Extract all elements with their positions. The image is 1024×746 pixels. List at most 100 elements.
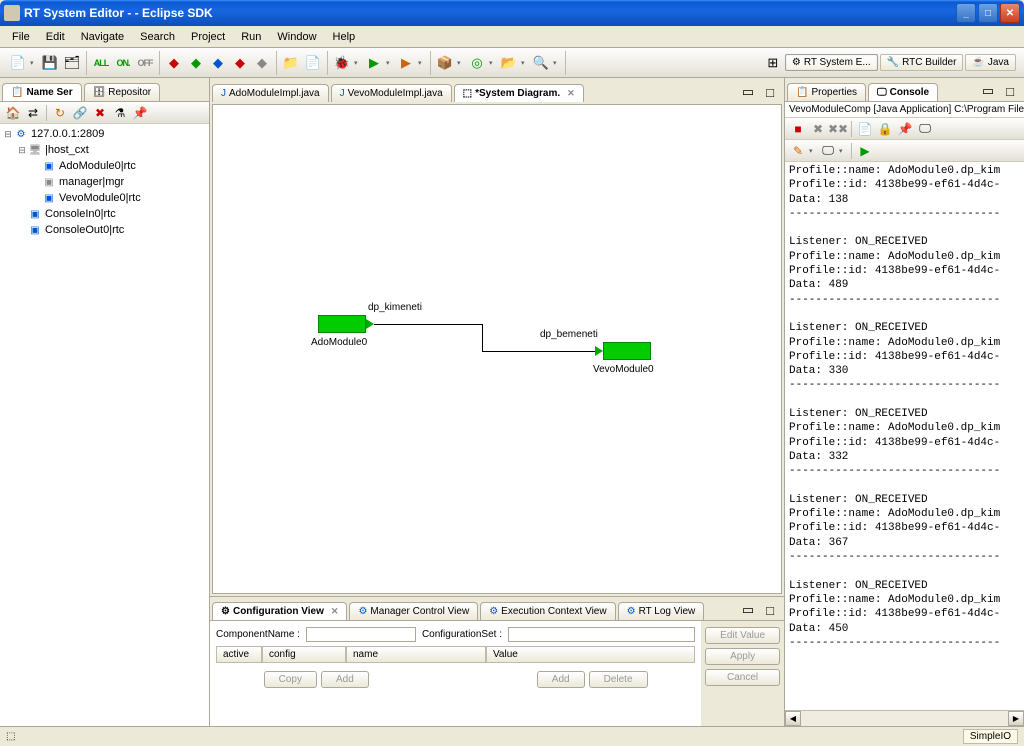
- perspective-rtc-builder[interactable]: 🔧RTC Builder: [880, 54, 964, 71]
- console-action2[interactable]: 🖵: [819, 142, 837, 160]
- scroll-left-icon[interactable]: ◀: [785, 711, 801, 726]
- menu-project[interactable]: Project: [183, 29, 233, 45]
- debug-button[interactable]: 🐞: [332, 53, 352, 73]
- tb-action1[interactable]: ◆: [164, 53, 184, 73]
- save-button[interactable]: 💾: [40, 53, 60, 73]
- edit-value-button[interactable]: Edit Value: [705, 627, 780, 644]
- action-icon[interactable]: 📌: [131, 104, 149, 122]
- component-vevo-module[interactable]: [603, 342, 651, 360]
- tb-action4[interactable]: ◆: [230, 53, 250, 73]
- tab-configuration-view[interactable]: ⚙Configuration View✕: [212, 602, 347, 620]
- scroll-track[interactable]: [801, 711, 1008, 726]
- menu-run[interactable]: Run: [233, 29, 269, 45]
- tb-action6[interactable]: 📁: [281, 53, 301, 73]
- tree-consolein[interactable]: ▣ ConsoleIn0|rtc: [2, 206, 207, 222]
- maximize-view-icon[interactable]: □: [760, 600, 780, 620]
- cancel-button[interactable]: Cancel: [705, 669, 780, 686]
- pin-console-icon[interactable]: 📌: [896, 120, 914, 138]
- scroll-lock-icon[interactable]: 🔒: [876, 120, 894, 138]
- menu-navigate[interactable]: Navigate: [73, 29, 132, 45]
- add2-button[interactable]: Add: [537, 671, 585, 688]
- save-all-button[interactable]: 🗂: [62, 53, 82, 73]
- component-name-input[interactable]: [306, 627, 416, 642]
- editor-tab-ado[interactable]: JAdoModuleImpl.java: [212, 84, 329, 102]
- clear-console-icon[interactable]: 📄: [856, 120, 874, 138]
- col-config[interactable]: config: [262, 646, 346, 663]
- maximize-editor-icon[interactable]: □: [760, 82, 780, 102]
- tab-rt-log[interactable]: ⚙RT Log View: [618, 602, 705, 620]
- configuration-set-input[interactable]: [508, 627, 695, 642]
- tb-action3[interactable]: ◆: [208, 53, 228, 73]
- console-scrollbar[interactable]: ◀ ▶: [785, 710, 1024, 726]
- minimize-editor-icon[interactable]: ▭: [738, 82, 758, 102]
- terminate-icon[interactable]: ■: [789, 120, 807, 138]
- tab-console[interactable]: 🖵Console: [868, 83, 938, 101]
- tab-manager-control[interactable]: ⚙Manager Control View: [349, 602, 478, 620]
- new-button[interactable]: 📄: [8, 53, 28, 73]
- remove-launch-icon[interactable]: ✖: [809, 120, 827, 138]
- tb-action2[interactable]: ◆: [186, 53, 206, 73]
- run-button[interactable]: ▶: [364, 53, 384, 73]
- close-button[interactable]: ✕: [1000, 3, 1020, 23]
- maximize-button[interactable]: □: [978, 3, 998, 23]
- col-active[interactable]: active: [216, 646, 262, 663]
- delete-button[interactable]: Delete: [589, 671, 648, 688]
- remove-all-icon[interactable]: ✖✖: [829, 120, 847, 138]
- console-output[interactable]: Profile::name: AdoModule0.dp_kim Profile…: [785, 162, 1024, 710]
- copy-button[interactable]: Copy: [264, 671, 317, 688]
- refresh-icon[interactable]: ↻: [51, 104, 69, 122]
- tree-manager[interactable]: ▣ manager|mgr: [2, 174, 207, 190]
- ext-tools-button[interactable]: ▶: [396, 53, 416, 73]
- wire-segment-3[interactable]: [482, 351, 595, 352]
- filter-icon[interactable]: ⚗: [111, 104, 129, 122]
- scroll-right-icon[interactable]: ▶: [1008, 711, 1024, 726]
- link-icon[interactable]: 🔗: [71, 104, 89, 122]
- editor-tab-diagram[interactable]: ⬚*System Diagram.✕: [454, 84, 584, 102]
- perspective-rt-system[interactable]: ⚙RT System E...: [785, 54, 878, 71]
- search-button[interactable]: 🔍: [531, 53, 551, 73]
- tab-repository[interactable]: 🗄Repositor: [84, 83, 161, 101]
- expand-icon[interactable]: ⊟: [16, 145, 28, 156]
- tree-consoleout[interactable]: ▣ ConsoleOut0|rtc: [2, 222, 207, 238]
- close-tab-icon[interactable]: ✕: [567, 88, 575, 99]
- tab-name-service[interactable]: 📋Name Ser: [2, 83, 82, 101]
- menu-file[interactable]: File: [4, 29, 38, 45]
- tb-action7[interactable]: 📄: [303, 53, 323, 73]
- col-name[interactable]: name: [346, 646, 486, 663]
- port-in-arrow[interactable]: [595, 346, 603, 356]
- maximize-view-icon[interactable]: □: [1000, 81, 1020, 101]
- delete-icon[interactable]: ✖: [91, 104, 109, 122]
- minimize-button[interactable]: _: [956, 3, 976, 23]
- tree-ado-module[interactable]: ▣ AdoModule0|rtc: [2, 158, 207, 174]
- console-action1[interactable]: ✎: [789, 142, 807, 160]
- tab-execution-context[interactable]: ⚙Execution Context View: [480, 602, 615, 620]
- off-button[interactable]: OFF: [135, 53, 155, 73]
- tab-properties[interactable]: 📋Properties: [787, 83, 866, 101]
- tree-vevo-module[interactable]: ▣ VevoModule0|rtc: [2, 190, 207, 206]
- on-button[interactable]: ON.: [113, 53, 133, 73]
- col-value[interactable]: Value: [486, 646, 695, 663]
- new-type-button[interactable]: ◎: [467, 53, 487, 73]
- all-activate-button[interactable]: ALL: [91, 53, 111, 73]
- menu-help[interactable]: Help: [325, 29, 364, 45]
- port-out-arrow[interactable]: [366, 319, 374, 329]
- menu-window[interactable]: Window: [269, 29, 324, 45]
- tree-root[interactable]: ⊟ ⚙ 127.0.0.1:2809: [2, 126, 207, 142]
- add-button[interactable]: Add: [321, 671, 369, 688]
- new-package-button[interactable]: 📦: [435, 53, 455, 73]
- minimize-view-icon[interactable]: ▭: [738, 600, 758, 620]
- menu-edit[interactable]: Edit: [38, 29, 73, 45]
- close-tab-icon[interactable]: ✕: [331, 606, 339, 617]
- collapse-icon[interactable]: ⇄: [24, 104, 42, 122]
- name-service-tree[interactable]: ⊟ ⚙ 127.0.0.1:2809 ⊟ 🖥 |host_cxt ▣ AdoMo…: [0, 124, 209, 726]
- open-perspective-button[interactable]: ⊞: [763, 53, 783, 73]
- tree-host[interactable]: ⊟ 🖥 |host_cxt: [2, 142, 207, 158]
- system-diagram-canvas[interactable]: AdoModule0 dp_kimeneti VevoModule0 dp_be…: [212, 104, 782, 594]
- perspective-java[interactable]: ☕Java: [965, 54, 1016, 71]
- wire-segment-2[interactable]: [482, 324, 483, 351]
- wire-segment-1[interactable]: [374, 324, 482, 325]
- apply-button[interactable]: Apply: [705, 648, 780, 665]
- home-icon[interactable]: 🏠: [4, 104, 22, 122]
- menu-search[interactable]: Search: [132, 29, 183, 45]
- display-console-icon[interactable]: 🖵: [916, 120, 934, 138]
